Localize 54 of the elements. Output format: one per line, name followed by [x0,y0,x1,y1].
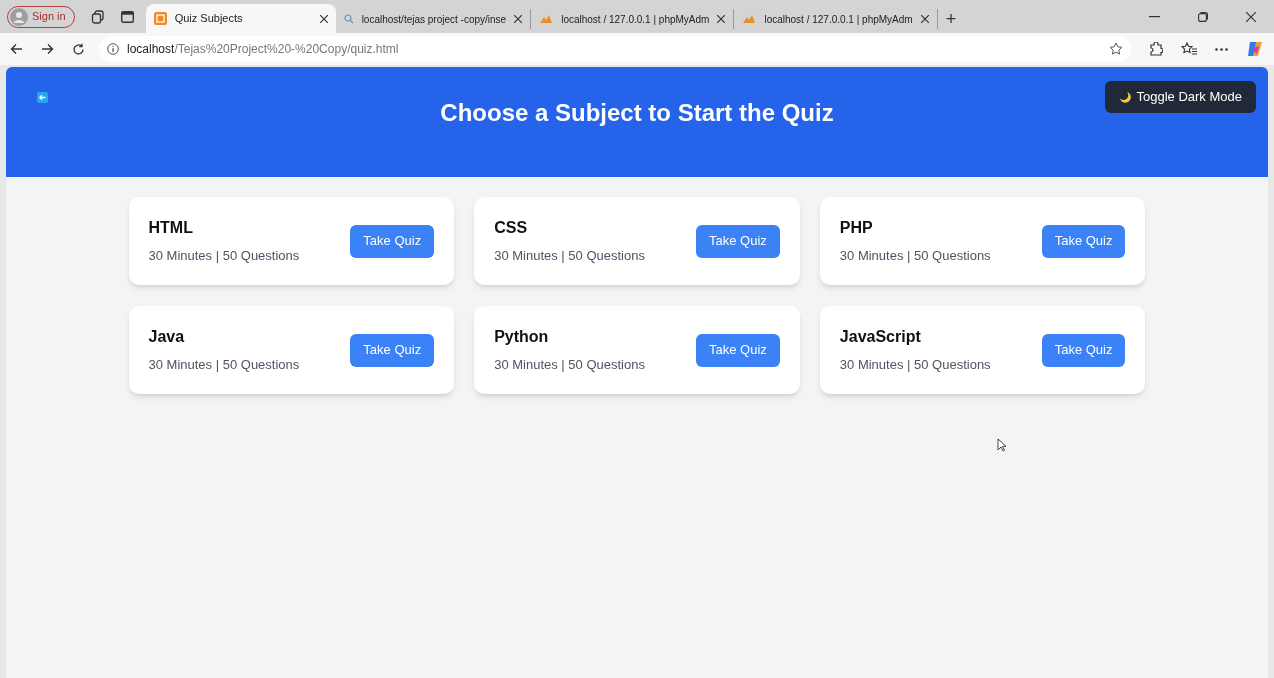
subject-name: PHP [839,218,874,239]
subject-details: 30 Minutes | 50 Questions [839,247,991,266]
subject-details: 30 Minutes | 50 Questions [839,356,991,375]
tab-view-icon[interactable] [120,10,134,23]
extensions-icon[interactable] [1149,42,1163,56]
subject-details: 30 Minutes | 50 Questions [494,247,645,266]
search-icon [343,14,354,24]
avatar-icon [10,7,28,26]
subject-name: Java [148,327,186,348]
favorite-star-icon[interactable] [1109,42,1123,56]
take-quiz-button[interactable]: Take Quiz [1041,333,1126,367]
take-quiz-button[interactable]: Take Quiz [696,333,780,367]
forward-icon[interactable] [41,43,54,55]
subject-name: Python [494,327,550,348]
browser-tab[interactable]: localhost/tejas project -copy/inse [335,9,532,29]
restore-icon[interactable] [1198,11,1208,22]
refresh-icon[interactable] [72,42,85,56]
close-tab-icon[interactable] [920,15,929,23]
tab-title: localhost / 127.0.0.1 | phpMyAdm [561,12,710,27]
tab-title: localhost / 127.0.0.1 | phpMyAdm [764,12,913,27]
take-quiz-button[interactable]: Take Quiz [1041,224,1126,258]
subject-name: JavaScript [839,327,922,348]
take-quiz-button[interactable]: Take Quiz [350,333,435,367]
tab-title: localhost/tejas project -copy/inse [361,12,507,27]
back-icon[interactable] [10,43,23,55]
close-tab-icon[interactable] [717,15,726,23]
back-arrow-icon[interactable] [37,92,48,103]
browser-tab[interactable]: Quiz Subjects [145,4,336,33]
close-tab-icon[interactable] [319,14,328,23]
page-icon [153,12,167,25]
take-quiz-button[interactable]: Take Quiz [350,224,435,258]
take-quiz-button[interactable]: Take Quiz [696,224,780,258]
info-icon [107,43,119,55]
url-text: localhost/Tejas%20Project%20-%20Copy/quiz.html [127,41,399,58]
close-icon[interactable] [1246,11,1256,22]
favorites-icon[interactable] [1181,42,1197,56]
subject-details: 30 Minutes | 50 Questions [148,356,300,375]
more-icon[interactable] [1215,47,1228,51]
moon-icon [1118,91,1131,103]
subject-name: HTML [148,218,194,239]
browser-tab[interactable]: localhost / 127.0.0.1 | phpMyAdm [531,9,735,29]
tab-title: Quiz Subjects [174,11,244,27]
address-bar[interactable]: localhost/Tejas%20Project%20-%20Copy/quiz.html [99,36,1131,62]
new-tab-button[interactable]: + [945,10,957,28]
close-tab-icon[interactable] [514,15,523,23]
subject-details: 30 Minutes | 50 Questions [494,356,645,375]
page-title: Choose a Subject to Start the Quiz [440,98,834,128]
minimize-icon[interactable] [1149,15,1160,18]
toggle-dark-mode-button[interactable]: Toggle Dark Mode [1104,81,1256,113]
browser-tab[interactable]: localhost / 127.0.0.1 | phpMyAdm [734,9,938,29]
collections-icon[interactable] [90,9,105,24]
subject-details: 30 Minutes | 50 Questions [148,247,300,266]
subject-name: CSS [494,218,529,239]
mouse-pointer-icon [997,438,1007,452]
